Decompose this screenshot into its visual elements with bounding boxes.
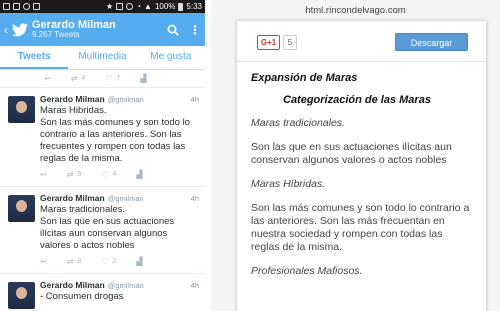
tweet-author: Gerardo Milman (40, 94, 105, 104)
url-bar[interactable]: html.rincondelvago.com (211, 0, 500, 21)
heart-icon[interactable]: ♡ (105, 74, 112, 83)
tweet-text: Maras tradicionales. Son las que en sus … (40, 204, 175, 251)
retweet-count: 9 (77, 170, 82, 178)
retweet-count: 4 (81, 75, 86, 82)
paragraph: Maras tradicionales. (251, 117, 345, 129)
wifi-icon: ◔ (136, 2, 142, 11)
browser-view: html.rincondelvago.com G+1 5 Descargar E… (211, 0, 500, 311)
tweet-actions: ↩ ⇄ 8 ♡ 2 ▟ (40, 252, 199, 270)
search-icon[interactable] (167, 24, 179, 36)
tab-tweets[interactable]: Tweets (0, 46, 69, 69)
tweet-handle: @gmilman (107, 281, 144, 290)
tweet-count: 9.267 Tweets (32, 30, 80, 40)
paragraph: Son las que en sus actuaciones ilícitas … (251, 141, 452, 166)
profile-tabs: Tweets Multimedia Me gusta (0, 46, 205, 70)
avatar[interactable] (8, 96, 35, 123)
status-bar: ★ ◔ ▲ 100% 5:33 (0, 0, 205, 13)
tweet-text: Maras Hibridas. Son las más comunes y so… (40, 105, 190, 164)
tweet-time: 4h (190, 95, 199, 104)
tab-multimedia[interactable]: Multimedia (68, 46, 136, 69)
notification-icon (23, 3, 30, 10)
reply-icon[interactable]: ↩ (44, 74, 51, 83)
twitter-bird-icon (12, 22, 28, 36)
avatar[interactable] (8, 282, 35, 309)
tweet-actions: ↩ ⇄ 4 ♡ 7 ▟ (0, 70, 205, 88)
twitter-app: ★ ◔ ▲ 100% 5:33 ‹ Gerardo Milman 9.267 T… (0, 0, 205, 311)
tweet-author: Gerardo Milman (40, 193, 105, 203)
like-count: 4 (112, 170, 117, 178)
overflow-menu-icon[interactable]: ⋮ (189, 23, 201, 37)
reply-icon[interactable]: ↩ (40, 257, 47, 266)
tweet[interactable]: Gerardo Milman @gmilman 4h - Consumen dr… (0, 274, 205, 311)
stats-icon[interactable]: ▟ (136, 257, 142, 266)
tweet[interactable]: Gerardo Milman @gmilman 4h Maras Hibrida… (0, 88, 205, 187)
paragraph: Maras Híbridas. (251, 178, 326, 190)
download-button[interactable]: Descargar (395, 33, 468, 51)
like-count: 2 (112, 257, 117, 265)
stats-icon[interactable]: ▟ (140, 74, 146, 83)
gplus-button[interactable]: G+1 (257, 35, 280, 50)
alarm-icon (126, 3, 134, 10)
like-count: 7 (116, 75, 121, 82)
battery-percent: 100% (154, 2, 176, 11)
document-toolbar: G+1 5 Descargar (237, 21, 486, 62)
app-bar: ‹ Gerardo Milman 9.267 Tweets ⋮ (0, 13, 205, 46)
avatar[interactable] (8, 195, 35, 222)
star-icon: ★ (106, 2, 114, 11)
vibrate-icon (116, 3, 124, 10)
gplus-count: 5 (283, 35, 297, 50)
document-subtitle: Categorización de las Maras (283, 94, 431, 106)
tweet-text: - Consumen drogas (40, 291, 124, 302)
document-card: G+1 5 Descargar Expansión de Maras Categ… (237, 21, 486, 311)
retweet-icon[interactable]: ⇄ (67, 257, 74, 266)
back-arrow-icon[interactable]: ‹ (4, 23, 12, 37)
tweet[interactable]: Gerardo Milman @gmilman 4h Maras tradici… (0, 187, 205, 274)
document-title: Expansión de Maras (251, 72, 358, 84)
stats-icon[interactable]: ▟ (136, 170, 142, 179)
signal-icon: ▲ (144, 2, 152, 11)
tweet-actions: ↩ ⇄ 9 ♡ 4 ▟ (40, 165, 199, 183)
reply-icon[interactable]: ↩ (40, 170, 47, 179)
tweet-author: Gerardo Milman (40, 280, 105, 290)
tweet-handle: @gmilman (107, 95, 144, 104)
tab-me-gusta[interactable]: Me gusta (137, 46, 205, 69)
retweet-icon[interactable]: ⇄ (67, 170, 74, 179)
tweet-time: 4h (190, 281, 199, 290)
notification-icon (3, 3, 10, 10)
tweet-time: 4h (190, 194, 199, 203)
paragraph: Profesionales Mafiosos. (251, 265, 363, 277)
retweet-count: 8 (77, 257, 82, 265)
tweet-handle: @gmilman (107, 194, 144, 203)
retweet-icon[interactable]: ⇄ (71, 74, 78, 83)
heart-icon[interactable]: ♡ (101, 170, 108, 179)
heart-icon[interactable]: ♡ (101, 257, 108, 266)
battery-icon (178, 2, 184, 11)
notification-icon (13, 3, 20, 10)
notification-icon (33, 3, 40, 10)
document-body: Expansión de Maras Categorización de las… (237, 62, 486, 278)
paragraph: Son las más comunes y son todo lo contra… (251, 202, 470, 253)
clock: 5:33 (186, 2, 202, 11)
